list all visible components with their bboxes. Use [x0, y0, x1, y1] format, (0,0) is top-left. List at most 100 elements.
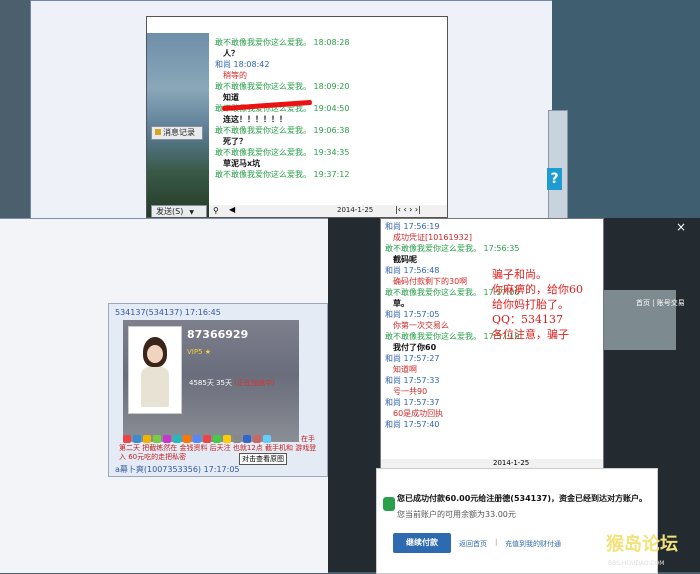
annotation-line: 给你妈打胎了。: [492, 298, 569, 311]
message-sender: 和尚: [385, 398, 401, 407]
recharge-link[interactable]: 充值到我的财付通: [505, 539, 561, 549]
message-header: 敢不敢像我爱你这么爱我。 18:09:20: [215, 81, 445, 92]
message-sender: 敢不敢像我爱你这么爱我。: [385, 332, 481, 341]
volume-icon[interactable]: ◀: [229, 205, 235, 214]
history-icon: [155, 129, 161, 135]
history-button-label: 消息记录: [163, 128, 195, 137]
message-sender: 和尚: [385, 420, 401, 429]
message-header: 和尚 17:56:19: [385, 221, 599, 232]
message-time: 19:37:12: [311, 170, 350, 179]
send-button-label: 发送(S): [156, 207, 184, 216]
chat-background-image: [147, 33, 209, 217]
message-body: 我付了你60: [393, 343, 437, 352]
message-time: 17:57:33: [401, 376, 440, 385]
close-icon[interactable]: ×: [676, 220, 686, 234]
badge-icons-row: [123, 428, 299, 443]
message-time: 18:08:28: [311, 38, 350, 47]
message-body: 号一共90: [393, 387, 428, 396]
search-icon[interactable]: ⚲: [213, 206, 219, 215]
profile-card: 87366929 VIP5 ★ 4585天 35天 (正在加速中): [123, 320, 299, 443]
profile-red-side-text: 在手: [301, 435, 315, 443]
nav-arrows-icon[interactable]: |‹ ‹ › ›|: [395, 205, 421, 214]
message-sender: 敢不敢像我爱你这么爱我。: [385, 244, 481, 253]
message-time: 18:08:42: [231, 60, 270, 69]
message-time: 17:57:27: [401, 354, 440, 363]
message-history-button[interactable]: 消息记录: [151, 126, 203, 140]
annotation-line: 各位注意，骗子: [492, 328, 569, 341]
forum-watermark-url: BBS.HOUDAO.COM: [608, 560, 665, 567]
annotation-line: 你麻痹的，给你60: [492, 283, 583, 296]
message-sender: 和尚: [385, 222, 401, 231]
message-header: 和尚 18:08:42: [215, 59, 445, 70]
message-sender: 和尚: [385, 310, 401, 319]
message-sender: 敢不敢像我爱你这么爱我。: [215, 38, 311, 47]
message-time: 17:56:35: [481, 244, 520, 253]
send-button[interactable]: 发送(S) ▼: [151, 205, 207, 217]
bottom-chat-window: 和尚 17:56:19 成功凭证[10161932] 敢不敢像我爱你这么爱我。 17…: [380, 218, 604, 470]
message-time: 19:06:38: [311, 126, 350, 135]
forum-watermark: 猴岛论坛: [606, 534, 678, 555]
message-header: 敢不敢像我爱你这么爱我。 19:34:35: [215, 147, 445, 158]
message-header: 敢不敢像我爱你这么爱我。 17:56:35: [385, 243, 599, 254]
profile-screenshot: 534137(534137) 17:16:45 87366929 VIP5 ★ …: [108, 303, 328, 477]
payment-success-dialog: 您已成功付款60.00元给注册德(534137)，资金已经到达对方账户。 您当前…: [376, 468, 658, 574]
message-time: 17:56:48: [401, 266, 440, 275]
continue-payment-button[interactable]: 继续付款: [393, 533, 451, 553]
return-home-link[interactable]: 返回首页: [459, 539, 487, 549]
message-header: 和尚 17:57:27: [385, 353, 599, 364]
message-body: 成功凭证[10161932]: [393, 233, 472, 242]
message-time: 19:34:35: [311, 148, 350, 157]
message-time: 19:04:50: [311, 104, 350, 113]
help-button[interactable]: ?: [547, 168, 562, 190]
message-time: 17:57:37: [401, 398, 440, 407]
balance-message: 您当前账户的可用余额为33.00元: [397, 510, 516, 519]
message-sender: 敢不敢像我爱你这么爱我。: [385, 288, 481, 297]
message-body: 稍等的: [223, 71, 247, 80]
profile-footer: a幕卜爽(1007353356) 17:17:05: [115, 465, 240, 474]
message-body: 知道: [223, 93, 239, 102]
message-sender: 敢不敢像我爱你这么爱我。: [215, 126, 311, 135]
message-time: 18:09:20: [311, 82, 350, 91]
message-body: 连这！！！！！！: [223, 115, 287, 124]
avatar: [128, 326, 182, 414]
message-time: 17:57:40: [401, 420, 440, 429]
message-time: 17:57:05: [401, 310, 440, 319]
shield-icon: [383, 497, 395, 511]
profile-red-text: 第二天 把截练然在 金钱资料 后天注 也就12点 截手机和 游戏登入 60元吃的…: [119, 444, 317, 461]
message-sender: 敢不敢像我爱你这么爱我。: [215, 82, 311, 91]
message-sender: 敢不敢像我爱你这么爱我。: [215, 148, 311, 157]
message-header: 敢不敢像我爱你这么爱我。 18:08:28: [215, 37, 445, 48]
annotation-red-text: 骗子和尚。 你麻痹的，给你60 给你妈打胎了。 QQ：534137 各位注意，骗…: [492, 267, 583, 342]
message-body: 知道啊: [393, 365, 417, 374]
qq-number: 87366929: [187, 328, 249, 341]
link-separator: |: [495, 538, 498, 546]
message-body: 截码呢: [393, 255, 417, 264]
annotation-line: QQ：534137: [492, 313, 564, 326]
message-sender: 和尚: [385, 266, 401, 275]
window-scrollbar[interactable]: [548, 110, 568, 220]
message-sender: 和尚: [385, 354, 401, 363]
background-desktop: [552, 0, 700, 218]
message-time: 17:56:19: [401, 222, 440, 231]
payment-message: 您已成功付款60.00元给注册德(534137)，资金已经到达对方账户。: [397, 494, 648, 503]
chevron-down-icon: ▼: [189, 209, 194, 216]
top-chat-window: 敢不敢像我爱你这么爱我。 18:08:28 人？ 和尚 18:08:42 稍等的 敢不敢…: [146, 16, 448, 218]
tooltip: 对击查看原图: [239, 453, 287, 465]
message-header: 和尚 17:57:37: [385, 397, 599, 408]
message-header: 敢不敢像我爱你这么爱我。 19:06:38: [215, 125, 445, 136]
active-days: 4585天 35天 (正在加速中): [189, 379, 275, 387]
message-sender: 敢不敢像我爱你这么爱我。: [215, 170, 311, 179]
message-body: 草泥马x坑: [223, 159, 261, 168]
message-sender: 和尚: [385, 376, 401, 385]
message-body: 死了？: [223, 137, 247, 146]
message-header: 和尚 17:57:40: [385, 419, 599, 430]
profile-header: 534137(534137) 17:16:45: [115, 308, 221, 317]
chat-date: 2014-1-25: [337, 206, 374, 214]
side-strip-label: 首页 | 账号交易: [636, 299, 685, 307]
message-body: 人？: [223, 49, 239, 58]
message-header: 和尚 17:57:33: [385, 375, 599, 386]
message-body: 60是成功回执: [393, 409, 444, 418]
annotation-line: 骗子和尚。: [492, 268, 547, 281]
bottom-chat-date: 2014-1-25: [493, 459, 530, 467]
message-sender: 和尚: [215, 60, 231, 69]
